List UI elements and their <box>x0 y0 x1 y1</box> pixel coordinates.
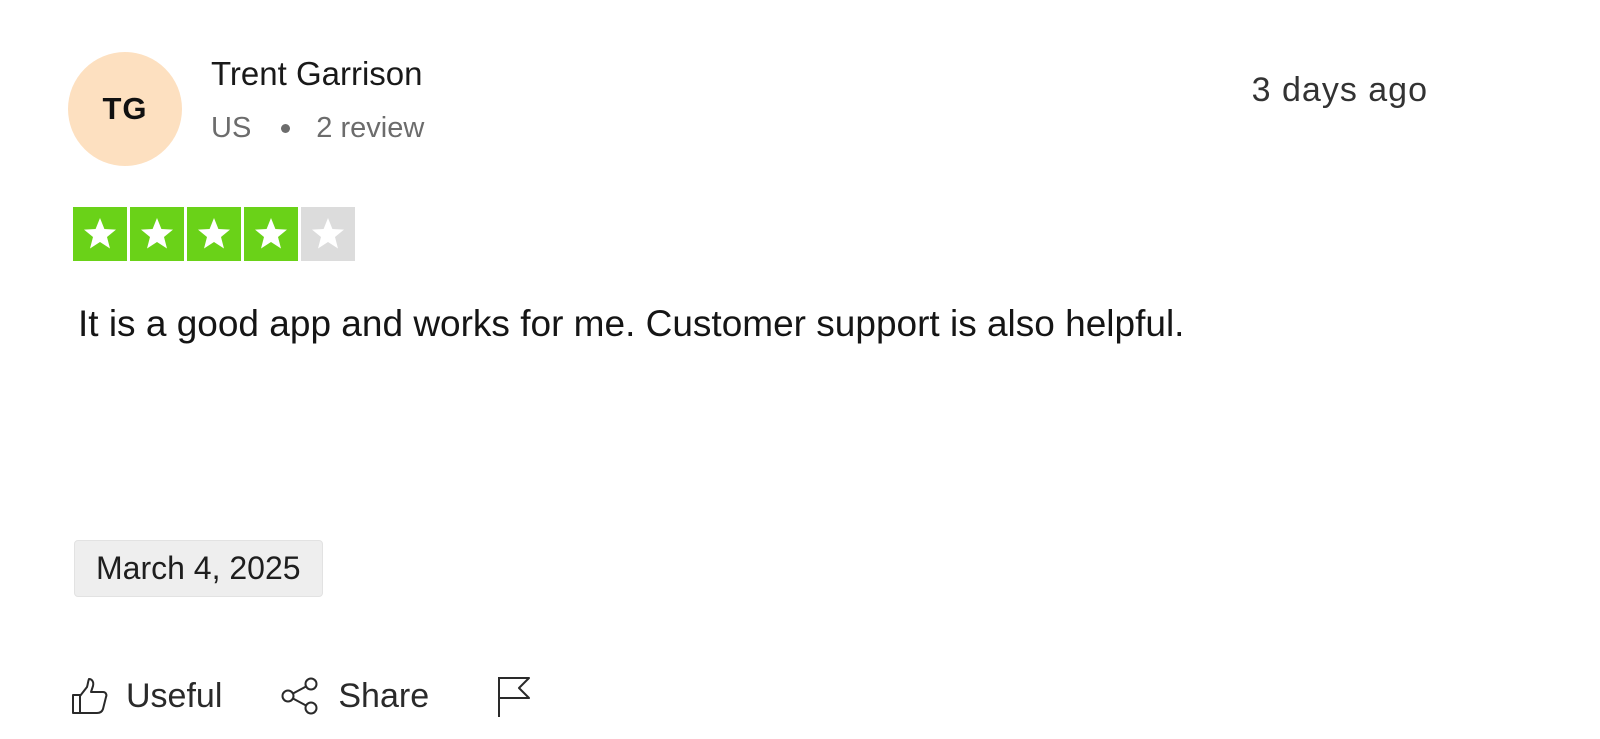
review-card: TG Trent Garrison US 2 review 3 days ago… <box>0 0 1600 739</box>
reviewer-country: US <box>211 112 252 144</box>
share-label: Share <box>338 676 430 715</box>
star-filled <box>73 207 127 261</box>
star-empty <box>301 207 355 261</box>
star-icon <box>255 218 287 249</box>
star-filled <box>244 207 298 261</box>
star-icon <box>312 218 344 249</box>
experience-date-badge: March 4, 2025 <box>74 540 323 597</box>
thumbs-up-icon <box>72 678 108 714</box>
useful-button[interactable]: Useful <box>70 676 222 716</box>
star-icon <box>84 218 116 249</box>
reviewer-name[interactable]: Trent Garrison <box>211 55 423 93</box>
avatar-initials: TG <box>102 91 148 126</box>
review-time-ago: 3 days ago <box>1251 71 1428 109</box>
star-icon <box>141 218 173 249</box>
star-rating <box>73 207 355 261</box>
star-icon <box>198 218 230 249</box>
share-button[interactable]: Share <box>280 676 429 716</box>
share-icon <box>281 677 318 715</box>
flag-icon <box>498 677 531 717</box>
reviewer-review-count: 2 review <box>316 112 425 144</box>
reviewer-meta: US 2 review <box>211 112 424 145</box>
separator-dot <box>281 124 291 133</box>
useful-label: Useful <box>126 676 223 715</box>
star-filled <box>187 207 241 261</box>
review-actions: Useful Share <box>70 674 533 718</box>
star-filled <box>130 207 184 261</box>
report-button[interactable] <box>495 674 533 718</box>
avatar: TG <box>68 52 182 166</box>
review-body: It is a good app and works for me. Custo… <box>78 303 1185 344</box>
